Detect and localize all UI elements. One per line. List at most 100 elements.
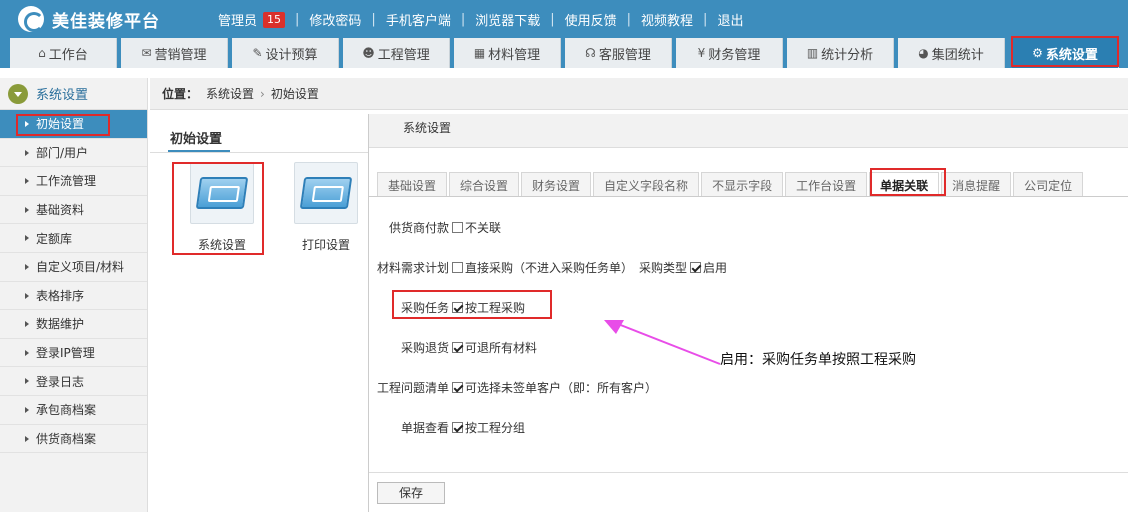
checkbox-unsigned-customers[interactable]: [452, 382, 464, 393]
setting-row-purchase-return: 采购退货 可退所有材料: [401, 339, 537, 356]
annotation-note: 启用：采购任务单按照工程采购: [720, 352, 916, 368]
highlight-box: [392, 290, 552, 319]
settings-tabs: 基础设置 综合设置 财务设置 自定义字段名称 不显示字段 工作台设置 单据关联 …: [377, 172, 1085, 196]
video-tutorial-link[interactable]: 视频教程: [641, 10, 693, 29]
highlight-box: [172, 162, 264, 255]
tile-label: 打印设置: [301, 238, 350, 252]
divider: |: [371, 12, 376, 27]
save-button[interactable]: 保存: [377, 482, 445, 504]
chevron-right-icon: ›: [260, 86, 265, 101]
sidebar-item-suppliers[interactable]: 供货商档案: [0, 425, 147, 454]
divider: |: [460, 12, 466, 27]
setting-row-issue-list: 工程问题清单 可选择未签单客户（即：所有客户）: [377, 379, 657, 396]
feedback-link[interactable]: 使用反馈: [565, 10, 617, 29]
setting-label: 供货商付款: [389, 221, 450, 235]
nav-tab-customer-service[interactable]: ☊ 客服管理: [565, 38, 672, 68]
app-title: 美佳装修平台: [52, 11, 160, 32]
sidebar-header[interactable]: 系统设置: [0, 78, 147, 110]
setting-label: 采购退货: [401, 341, 450, 355]
divider: [150, 152, 368, 153]
nav-tab-label: 设计预算: [265, 47, 318, 63]
breadcrumb-item: 初始设置: [270, 87, 319, 101]
checkbox-group-by-project[interactable]: [452, 422, 464, 433]
sidebar-item-login-log[interactable]: 登录日志: [0, 367, 147, 396]
sidebar-item-departments[interactable]: 部门/用户: [0, 139, 147, 168]
setting-label: 采购类型: [639, 261, 688, 275]
checkbox-label: 可退所有材料: [465, 341, 538, 355]
nav-tab-label: 材料管理: [488, 47, 541, 63]
middle-title: 初始设置: [170, 132, 223, 147]
app-logo[interactable]: 美佳装修平台: [18, 5, 160, 33]
browser-download-link[interactable]: 浏览器下载: [475, 10, 540, 29]
sidebar-item-quota-library[interactable]: 定额库: [0, 224, 147, 253]
sidebar-item-contractors[interactable]: 承包商档案: [0, 396, 147, 425]
panel-title: 系统设置: [369, 114, 1128, 148]
checkbox-return-all-materials[interactable]: [452, 342, 464, 353]
headset-icon: ☊: [585, 46, 596, 60]
sidebar: 系统设置 初始设置 部门/用户 工作流管理 基础资料 定额库 自定义项目/材料 …: [0, 78, 148, 512]
divider: [369, 196, 1128, 197]
tab-general-settings[interactable]: 综合设置: [449, 172, 520, 196]
tab-company-location[interactable]: 公司定位: [1013, 172, 1084, 196]
setting-row-material-plan: 材料需求计划 直接采购（不进入采购任务单） 采购类型 启用: [377, 259, 727, 276]
monitor-icon: [294, 162, 358, 224]
divider: |: [703, 12, 708, 27]
sidebar-item-basic-data[interactable]: 基础资料: [0, 196, 147, 225]
setting-row-document-view: 单据查看 按工程分组: [401, 419, 525, 436]
sidebar-item-label: 供货商档案: [36, 431, 97, 446]
setting-row-supplier-payment: 供货商付款 不关联: [389, 219, 501, 236]
nav-tab-label: 统计分析: [821, 47, 874, 63]
setting-label: 单据查看: [401, 421, 450, 435]
main-nav: ⌂ 工作台 ✉ 营销管理 ✎ 设计预算 ☻ 工程管理 ▦ 材料管理 ☊ 客服管理 ¥ 财务管理…: [0, 38, 1128, 68]
checkbox-direct-purchase[interactable]: [452, 262, 464, 273]
checkbox-enable-purchase-type[interactable]: [690, 262, 702, 273]
sidebar-item-workflow[interactable]: 工作流管理: [0, 167, 147, 196]
home-icon: ⌂: [38, 46, 46, 60]
nav-tab-label: 工程管理: [377, 47, 430, 63]
nav-tab-marketing[interactable]: ✉ 营销管理: [121, 38, 228, 68]
highlight-box: [1011, 36, 1119, 67]
sidebar-item-label: 工作流管理: [36, 174, 97, 189]
highlight-box: [16, 114, 110, 136]
sidebar-item-label: 登录IP管理: [36, 346, 95, 361]
logout-link[interactable]: 退出: [717, 10, 743, 29]
nav-tab-design-budget[interactable]: ✎ 设计预算: [232, 38, 339, 68]
tab-hidden-fields[interactable]: 不显示字段: [701, 172, 784, 196]
sidebar-item-custom-items[interactable]: 自定义项目/材料: [0, 253, 147, 282]
top-links: 管理员 15 | 修改密码 | 手机客户端 | 浏览器下载 | 使用反馈 | 视…: [218, 10, 743, 29]
nav-tab-workbench[interactable]: ⌂ 工作台: [10, 38, 117, 68]
breadcrumb-item[interactable]: 系统设置: [206, 85, 254, 102]
nav-tab-statistics[interactable]: ▥ 统计分析: [787, 38, 894, 68]
admin-link[interactable]: 管理员: [218, 10, 257, 29]
sidebar-item-data-maintenance[interactable]: 数据维护: [0, 310, 147, 339]
nav-tab-label: 财务管理: [708, 47, 761, 63]
nav-tab-group-stats[interactable]: ◕ 集团统计: [898, 38, 1005, 68]
highlight-box: [870, 168, 946, 196]
tile-print-settings[interactable]: 打印设置: [285, 162, 367, 253]
nav-tab-label: 工作台: [48, 47, 88, 63]
setting-label: 材料需求计划: [377, 261, 450, 275]
nav-tab-project[interactable]: ☻ 工程管理: [343, 38, 450, 68]
logo-icon: [18, 6, 44, 32]
sidebar-item-ip-management[interactable]: 登录IP管理: [0, 339, 147, 368]
tab-custom-field-names[interactable]: 自定义字段名称: [593, 172, 700, 196]
checkbox-label: 启用: [703, 261, 728, 275]
yen-icon: ¥: [697, 46, 706, 60]
checkbox-no-link[interactable]: [452, 222, 464, 233]
tab-workbench-settings[interactable]: 工作台设置: [785, 172, 868, 196]
sidebar-header-label: 系统设置: [36, 88, 89, 103]
tab-basic-settings[interactable]: 基础设置: [377, 172, 448, 196]
nav-tab-materials[interactable]: ▦ 材料管理: [454, 38, 561, 68]
nav-tab-finance[interactable]: ¥ 财务管理: [676, 38, 783, 68]
mobile-client-link[interactable]: 手机客户端: [386, 10, 451, 29]
checkbox-label: 可选择未签单客户（即：所有客户）: [465, 381, 658, 395]
sidebar-item-label: 基础资料: [36, 203, 85, 218]
tab-message-reminder[interactable]: 消息提醒: [941, 172, 1012, 196]
tab-finance-settings[interactable]: 财务设置: [521, 172, 592, 196]
notification-badge[interactable]: 15: [263, 11, 286, 28]
grid-icon: ▦: [473, 46, 486, 60]
sidebar-item-table-sort[interactable]: 表格排序: [0, 282, 147, 311]
bar-chart-icon: ▥: [806, 46, 819, 60]
divider: |: [550, 12, 555, 27]
change-password-link[interactable]: 修改密码: [309, 10, 361, 29]
